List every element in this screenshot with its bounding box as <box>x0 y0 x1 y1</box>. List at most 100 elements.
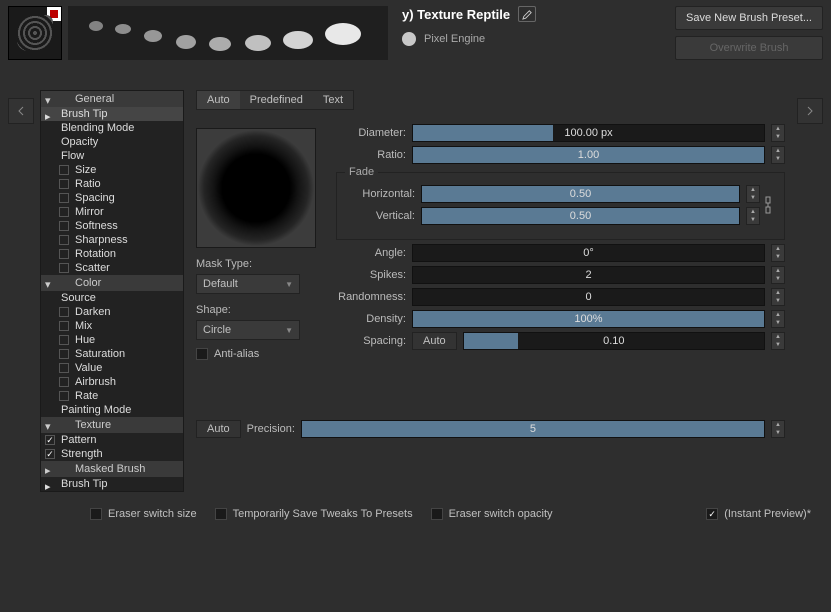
fade-v-spinner[interactable]: ▲▼ <box>746 207 760 225</box>
sidebar-item-label: Mirror <box>75 206 104 218</box>
mask-type-select[interactable]: Default▼ <box>196 274 300 294</box>
density-spinner[interactable]: ▲▼ <box>771 310 785 328</box>
ratio-slider[interactable]: 1.00 <box>412 146 765 164</box>
slider-value: 0° <box>583 247 594 259</box>
sidebar-item-label: Strength <box>61 448 103 460</box>
sidebar-item-hue[interactable]: Hue <box>41 333 183 347</box>
sidebar-item-rotation[interactable]: Rotation <box>41 247 183 261</box>
sidebar-item-label: Ratio <box>75 178 101 190</box>
sidebar-item-painting-mode[interactable]: Painting Mode <box>41 403 183 417</box>
slider-value: 5 <box>530 423 536 435</box>
sidebar-item-opacity[interactable]: Opacity <box>41 135 183 149</box>
tab-predefined[interactable]: Predefined <box>240 91 313 109</box>
slider-value: 0.10 <box>603 335 624 347</box>
shape-select[interactable]: Circle▼ <box>196 320 300 340</box>
brush-thumbnail[interactable] <box>8 6 62 60</box>
sidebar-item-mirror[interactable]: Mirror <box>41 205 183 219</box>
category-masked-brush[interactable]: ▸Masked Brush <box>41 461 183 477</box>
settings-sidebar: ▾General ▸Brush Tip Blending Mode Opacit… <box>40 90 184 492</box>
prev-preset-button[interactable] <box>8 98 34 124</box>
sidebar-item-label: Brush Tip <box>61 478 107 490</box>
sidebar-item-airbrush[interactable]: Airbrush <box>41 375 183 389</box>
sidebar-item-ratio[interactable]: Ratio <box>41 177 183 191</box>
engine-icon <box>402 32 416 46</box>
sidebar-item-label: Masked Brush <box>75 463 145 475</box>
slider-value: 1.00 <box>578 149 599 161</box>
sidebar-item-softness[interactable]: Softness <box>41 219 183 233</box>
slider-value: 0.50 <box>570 188 591 200</box>
tab-text[interactable]: Text <box>313 91 353 109</box>
sidebar-item-label: Pattern <box>61 434 96 446</box>
spikes-slider[interactable]: 2 <box>412 266 765 284</box>
fade-link-toggle[interactable] <box>760 185 776 225</box>
eraser-opacity-checkbox[interactable] <box>431 508 443 520</box>
sidebar-item-brush-tip-2[interactable]: ▸Brush Tip <box>41 477 183 491</box>
category-general[interactable]: ▾General <box>41 91 183 107</box>
diameter-spinner[interactable]: ▲▼ <box>771 124 785 142</box>
save-preset-button[interactable]: Save New Brush Preset... <box>675 6 823 30</box>
temp-save-checkbox[interactable] <box>215 508 227 520</box>
fade-h-spinner[interactable]: ▲▼ <box>746 185 760 203</box>
sidebar-item-label: Saturation <box>75 348 125 360</box>
randomness-slider[interactable]: 0 <box>412 288 765 306</box>
sidebar-item-mix[interactable]: Mix <box>41 319 183 333</box>
sidebar-item-pattern[interactable]: ✓Pattern <box>41 433 183 447</box>
fade-v-slider[interactable]: 0.50 <box>421 207 740 225</box>
slider-value: 0.50 <box>570 210 591 222</box>
sidebar-item-label: Painting Mode <box>61 404 131 416</box>
sidebar-item-label: Sharpness <box>75 234 128 246</box>
sidebar-item-size[interactable]: Size <box>41 163 183 177</box>
sidebar-item-source[interactable]: Source <box>41 291 183 305</box>
pencil-icon <box>522 9 533 20</box>
sidebar-item-label: Scatter <box>75 262 110 274</box>
sidebar-item-scatter[interactable]: Scatter <box>41 261 183 275</box>
angle-spinner[interactable]: ▲▼ <box>771 244 785 262</box>
preset-title: y) Texture Reptile <box>402 7 510 22</box>
engine-label: Pixel Engine <box>424 33 485 45</box>
sidebar-item-flow[interactable]: Flow <box>41 149 183 163</box>
sidebar-item-brush-tip[interactable]: ▸Brush Tip <box>41 107 183 121</box>
next-preset-button[interactable] <box>797 98 823 124</box>
slider-value: 0 <box>585 291 591 303</box>
antialias-checkbox[interactable] <box>196 348 208 360</box>
eraser-size-label: Eraser switch size <box>108 508 197 520</box>
spacing-slider[interactable]: 0.10 <box>463 332 765 350</box>
density-slider[interactable]: 100% <box>412 310 765 328</box>
precision-auto-button[interactable]: Auto <box>196 420 241 438</box>
spacing-label: Spacing: <box>336 335 406 347</box>
fade-h-slider[interactable]: 0.50 <box>421 185 740 203</box>
sidebar-item-sharpness[interactable]: Sharpness <box>41 233 183 247</box>
sidebar-item-rate[interactable]: Rate <box>41 389 183 403</box>
spikes-label: Spikes: <box>336 269 406 281</box>
tab-auto[interactable]: Auto <box>197 91 240 109</box>
eraser-size-checkbox[interactable] <box>90 508 102 520</box>
sidebar-item-saturation[interactable]: Saturation <box>41 347 183 361</box>
instant-preview-checkbox[interactable]: ✓ <box>706 508 718 520</box>
randomness-spinner[interactable]: ▲▼ <box>771 288 785 306</box>
sidebar-item-strength[interactable]: ✓Strength <box>41 447 183 461</box>
link-icon <box>763 195 773 215</box>
diameter-slider[interactable]: 100.00 px <box>412 124 765 142</box>
precision-spinner[interactable]: ▲▼ <box>771 420 785 438</box>
fade-group-title: Fade <box>345 166 378 178</box>
sidebar-item-blending-mode[interactable]: Blending Mode <box>41 121 183 135</box>
precision-slider[interactable]: 5 <box>301 420 765 438</box>
sidebar-item-label: General <box>75 93 114 105</box>
spikes-spinner[interactable]: ▲▼ <box>771 266 785 284</box>
sidebar-item-label: Mix <box>75 320 92 332</box>
overwrite-brush-button[interactable]: Overwrite Brush <box>675 36 823 60</box>
category-color[interactable]: ▾Color <box>41 275 183 291</box>
spacing-spinner[interactable]: ▲▼ <box>771 332 785 350</box>
sidebar-item-label: Color <box>75 277 101 289</box>
rename-button[interactable] <box>518 6 536 22</box>
spacing-auto-button[interactable]: Auto <box>412 332 457 350</box>
precision-label: Precision: <box>247 423 295 435</box>
sidebar-item-label: Hue <box>75 334 95 346</box>
category-texture[interactable]: ▾Texture <box>41 417 183 433</box>
sidebar-scroll[interactable]: ▾General ▸Brush Tip Blending Mode Opacit… <box>41 91 183 491</box>
sidebar-item-spacing[interactable]: Spacing <box>41 191 183 205</box>
sidebar-item-value[interactable]: Value <box>41 361 183 375</box>
angle-slider[interactable]: 0° <box>412 244 765 262</box>
ratio-spinner[interactable]: ▲▼ <box>771 146 785 164</box>
sidebar-item-darken[interactable]: Darken <box>41 305 183 319</box>
